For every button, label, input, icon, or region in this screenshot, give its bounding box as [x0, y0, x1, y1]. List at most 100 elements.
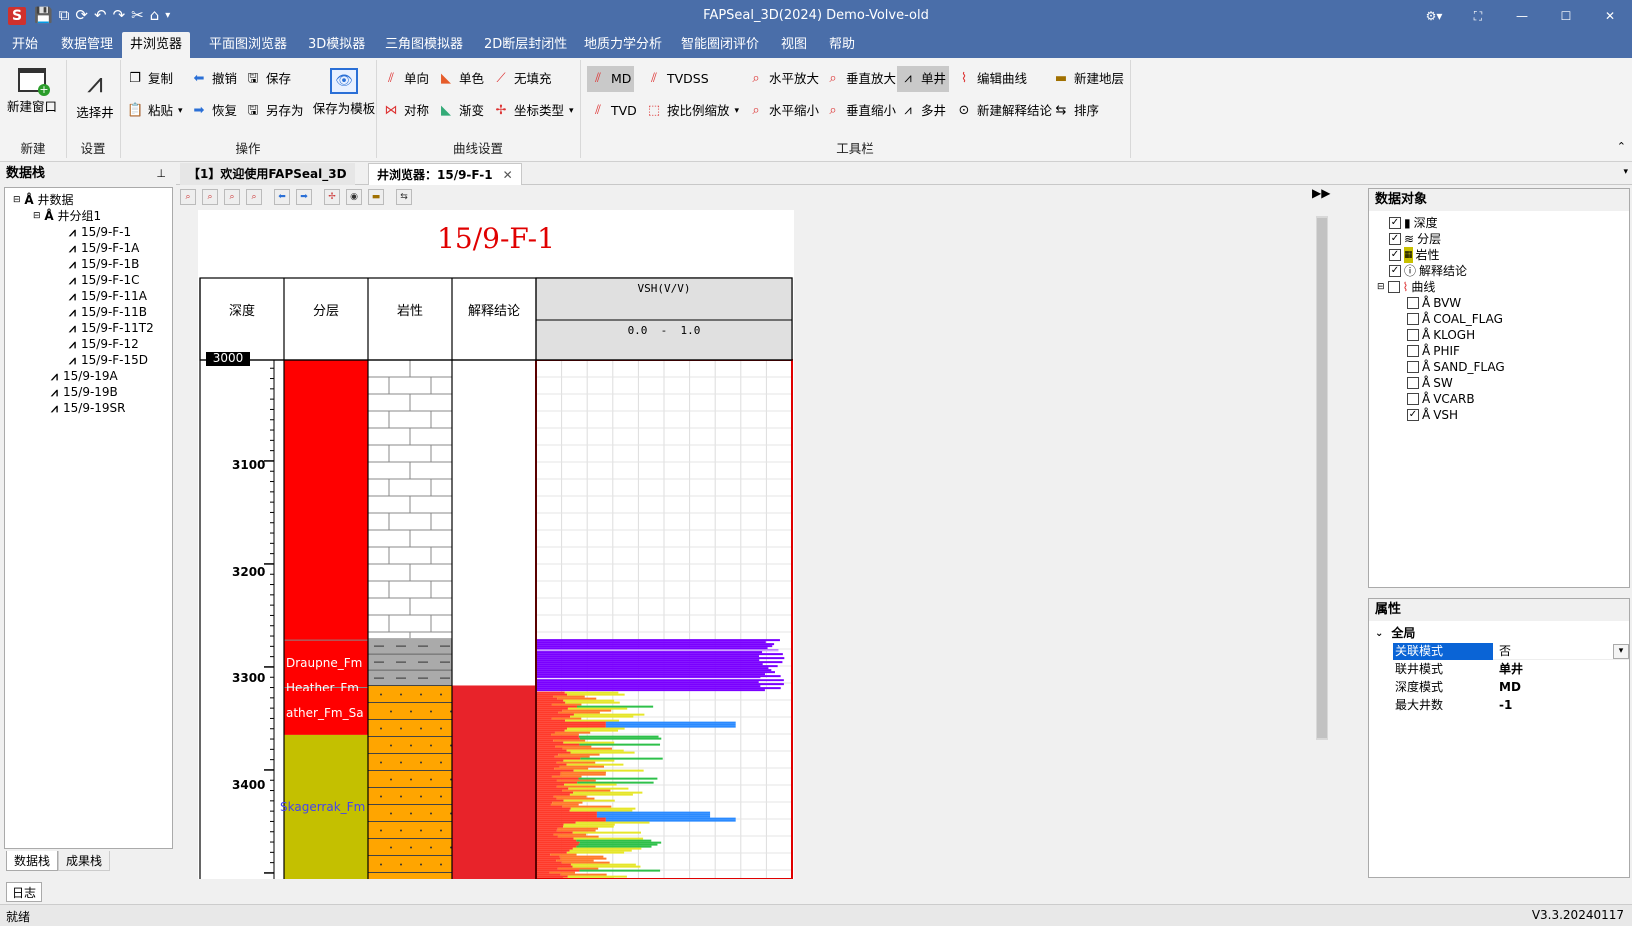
curve-item[interactable]: Å COAL_FLAG: [1407, 311, 1503, 327]
minimize-button[interactable]: —: [1500, 9, 1544, 23]
horizontal-zoom-out-button[interactable]: ⌕ 水平缩小: [745, 98, 822, 124]
toolbar-zoom-icon[interactable]: ⌕: [202, 189, 218, 205]
toolbar-crosshair-icon[interactable]: ✢: [324, 189, 340, 205]
menu-well-browser[interactable]: 井浏览器: [122, 32, 191, 58]
tab-result-stack[interactable]: 成果栈: [58, 851, 110, 871]
vertical-scrollbar[interactable]: [1316, 216, 1328, 740]
toolbar-zoom-icon[interactable]: ⌕: [224, 189, 240, 205]
collapse-ribbon-icon[interactable]: ⌃: [1617, 140, 1626, 153]
checkbox[interactable]: ✓: [1407, 409, 1419, 421]
prop-value[interactable]: -1: [1493, 697, 1629, 714]
tree-well-item[interactable]: ⩘ 15/9-F-15D: [67, 352, 148, 368]
tree-well-item[interactable]: ⩘ 15/9-F-11B: [67, 304, 147, 320]
toolbar-sort-icon[interactable]: ⇆: [396, 189, 412, 205]
new-layer-button[interactable]: ▬ 新建地层: [1050, 66, 1127, 92]
copy-button[interactable]: ❐ 复制: [124, 66, 176, 92]
log-tab[interactable]: 日志: [6, 882, 42, 902]
menu-geomechanics[interactable]: 地质力学分析: [576, 32, 670, 58]
single-color-button[interactable]: ◣ 单色: [435, 66, 487, 92]
tree-well-item[interactable]: ⩘ 15/9-19B: [49, 384, 118, 400]
prop-value[interactable]: MD: [1493, 679, 1629, 696]
checkbox[interactable]: [1407, 345, 1419, 357]
tree-well-item[interactable]: ⩘ 15/9-F-1B: [67, 256, 139, 272]
header-lithology[interactable]: 岩性: [368, 300, 452, 319]
menu-data-management[interactable]: 数据管理: [53, 32, 121, 58]
curve-item[interactable]: Å VCARB: [1407, 391, 1475, 407]
toolbar-zoom-icon[interactable]: ⌕: [180, 189, 196, 205]
checkbox[interactable]: ✓: [1389, 233, 1401, 245]
properties-section-global[interactable]: ⌄ 全局: [1375, 625, 1625, 642]
single-direction-button[interactable]: ⫽ 单向: [380, 66, 432, 92]
tab-list-dropdown-icon[interactable]: ▾: [1623, 167, 1628, 177]
curve-item[interactable]: Å SW: [1407, 375, 1453, 391]
curve-item[interactable]: Å PHIF: [1407, 343, 1460, 359]
edit-curve-button[interactable]: ⌇ 编辑曲线: [953, 66, 1030, 92]
scrollbar-thumb[interactable]: [1317, 218, 1327, 738]
close-tab-icon[interactable]: ✕: [503, 164, 513, 185]
tree-well-item[interactable]: ⩘ 15/9-F-1C: [67, 272, 139, 288]
expand-right-panel-icon[interactable]: ▶▶: [1312, 186, 1330, 200]
checkbox[interactable]: [1407, 377, 1419, 389]
toolbar-layer-icon[interactable]: ▬: [368, 189, 384, 205]
checkbox[interactable]: [1407, 393, 1419, 405]
object-layer[interactable]: ✓ ≋ 分层: [1389, 231, 1441, 247]
tvd-button[interactable]: ⫽ TVD: [587, 98, 640, 124]
header-curve-name[interactable]: VSH(V/V): [536, 282, 792, 295]
tab-well-browser[interactable]: 井浏览器：15/9-F-1 ✕: [368, 163, 522, 185]
chevron-down-icon[interactable]: ▾: [1613, 644, 1629, 659]
object-depth[interactable]: ✓ ▮ 深度: [1389, 215, 1438, 231]
coord-type-dropdown[interactable]: ✢ 坐标类型 ▾: [490, 98, 577, 124]
tree-well-item[interactable]: ⩘ 15/9-F-1A: [67, 240, 139, 256]
ribbon-options-icon[interactable]: ⚙▾: [1412, 9, 1456, 23]
save-button[interactable]: 🖫 保存: [242, 66, 294, 92]
toolbar-redo-icon[interactable]: ➡: [296, 189, 312, 205]
menu-start[interactable]: 开始: [4, 32, 46, 58]
menu-plan-browser[interactable]: 平面图浏览器: [201, 32, 295, 58]
tree-well-item[interactable]: ⩘ 15/9-19A: [49, 368, 118, 384]
header-layer[interactable]: 分层: [284, 300, 368, 319]
fullscreen-icon[interactable]: ⛶: [1456, 9, 1500, 24]
md-button[interactable]: ⫽ MD: [587, 66, 635, 92]
header-depth[interactable]: 深度: [200, 300, 284, 319]
tree-well-item[interactable]: ⩘ 15/9-F-12: [67, 336, 139, 352]
object-curves[interactable]: ⊟ ⌇ 曲线: [1377, 279, 1435, 295]
checkbox[interactable]: [1407, 361, 1419, 373]
prop-value[interactable]: 单井: [1493, 661, 1629, 678]
checkbox[interactable]: ✓: [1389, 217, 1401, 229]
tab-welcome[interactable]: 【1】欢迎使用FAPSeal_3D: [180, 163, 355, 185]
undo-button[interactable]: ⬅ 撤销: [188, 66, 240, 92]
redo-button[interactable]: ➡ 恢复: [188, 98, 240, 124]
tree-node-well-group[interactable]: ⊟ Å 井分组1: [33, 208, 101, 224]
toolbar-eye-icon[interactable]: ◉: [346, 189, 362, 205]
tree-node-well-data[interactable]: ⊟ Å 井数据: [13, 192, 74, 208]
checkbox[interactable]: ✓: [1389, 249, 1401, 261]
tab-data-stack[interactable]: 数据栈: [6, 851, 58, 871]
header-interpretation[interactable]: 解释结论: [452, 300, 536, 319]
save-as-button[interactable]: 🖫 另存为: [242, 98, 307, 124]
scale-zoom-dropdown[interactable]: ⬚ 按比例缩放 ▾: [643, 98, 742, 124]
menu-2d-fault-seal[interactable]: 2D断层封闭性: [476, 32, 575, 58]
multi-well-button[interactable]: ⩘ 多井: [897, 98, 949, 124]
tvdss-button[interactable]: ⫽ TVDSS: [643, 66, 712, 92]
prop-value-dropdown[interactable]: 否 ▾: [1493, 643, 1629, 660]
menu-view[interactable]: 视图: [773, 32, 815, 58]
curve-item[interactable]: Å SAND_FLAG: [1407, 359, 1505, 375]
checkbox[interactable]: [1407, 313, 1419, 325]
tree-well-item[interactable]: ⩘ 15/9-F-11A: [67, 288, 147, 304]
curve-item[interactable]: Å KLOGH: [1407, 327, 1475, 343]
gradient-button[interactable]: ◣ 渐变: [435, 98, 487, 124]
menu-3d-simulator[interactable]: 3D模拟器: [300, 32, 373, 58]
tree-well-item[interactable]: ⩘ 15/9-F-11T2: [67, 320, 154, 336]
checkbox[interactable]: [1407, 297, 1419, 309]
select-well-button[interactable]: ⩘ 选择井: [70, 62, 120, 121]
pin-icon[interactable]: ⊥: [156, 167, 166, 180]
maximize-button[interactable]: ☐: [1544, 9, 1588, 23]
save-template-button[interactable]: 👁 保存为模板: [308, 62, 380, 117]
tree-well-item[interactable]: ⩘ 15/9-F-1: [67, 224, 131, 240]
curve-item[interactable]: ✓ Å VSH: [1407, 407, 1458, 423]
symmetric-button[interactable]: ⋈ 对称: [380, 98, 432, 124]
vertical-zoom-in-button[interactable]: ⌕ 垂直放大: [822, 66, 899, 92]
menu-help[interactable]: 帮助: [821, 32, 863, 58]
toolbar-zoom-icon[interactable]: ⌕: [246, 189, 262, 205]
menu-triangle-simulator[interactable]: 三角图模拟器: [377, 32, 471, 58]
